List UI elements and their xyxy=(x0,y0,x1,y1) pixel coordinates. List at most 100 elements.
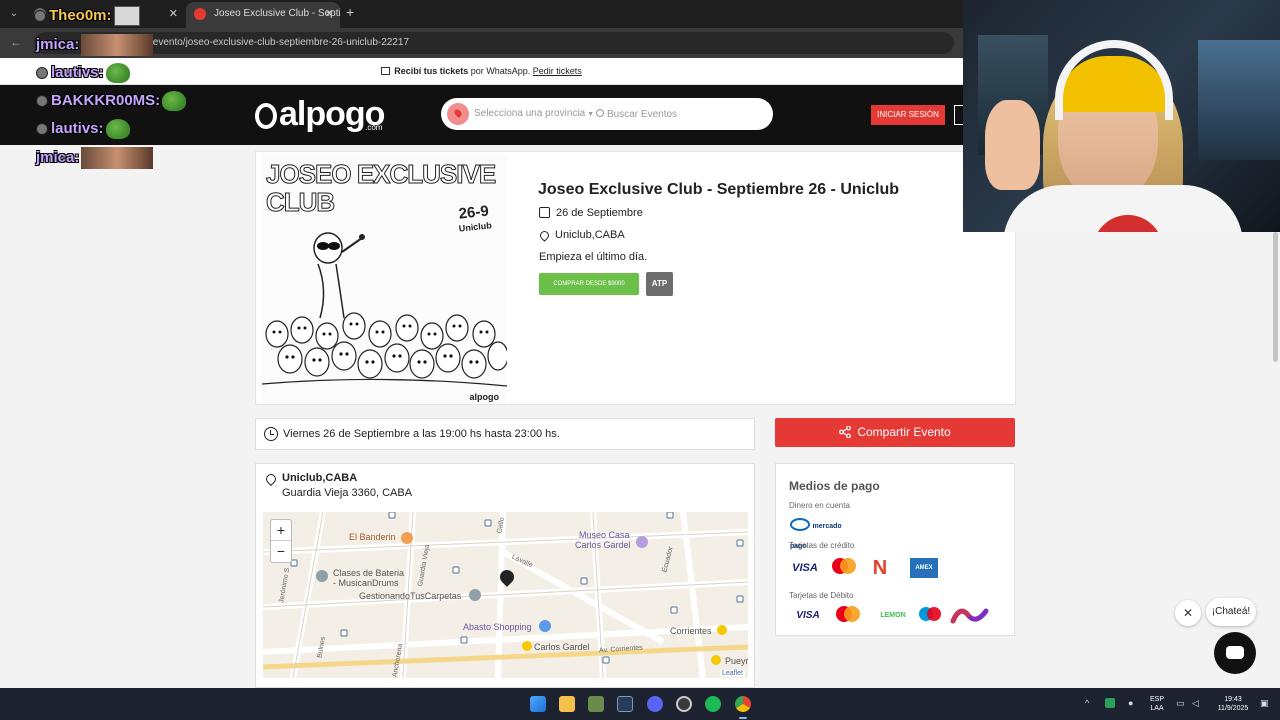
webcam-person xyxy=(1003,185,1243,232)
crowd-illustration xyxy=(262,312,507,387)
poster-date: 26-9 Uniclub xyxy=(457,202,493,234)
event-description: Empieza el último día. xyxy=(539,251,648,263)
chat-message: lautivs: xyxy=(36,119,130,139)
tray-app-icon[interactable] xyxy=(1105,698,1115,708)
visa-debit-logo: VISA xyxy=(796,610,820,621)
webcam-person xyxy=(985,100,1040,190)
location-pin-icon xyxy=(263,471,279,487)
payment-title: Medios de pago xyxy=(789,479,880,493)
maestro-logo xyxy=(918,605,942,627)
back-arrow-icon[interactable]: ← xyxy=(10,35,22,49)
chat-message: jmica: xyxy=(36,34,154,56)
app-icon[interactable] xyxy=(588,696,604,712)
emote-icon xyxy=(81,34,154,56)
calendar-icon xyxy=(539,207,550,218)
request-tickets-link[interactable]: Pedir tickets xyxy=(533,66,582,76)
map-poi-label: Corrientes xyxy=(670,626,712,636)
search-input[interactable] xyxy=(607,98,757,130)
scrollbar-thumb[interactable] xyxy=(1273,232,1278,362)
venue-address: Guardia Vieja 3360, CABA xyxy=(282,487,413,499)
search-icon xyxy=(596,109,604,117)
page-scrollbar[interactable] xyxy=(1271,232,1280,688)
tab-favicon xyxy=(194,8,206,20)
spotify-icon[interactable] xyxy=(705,696,721,712)
tab-search-icon[interactable]: ⌄ xyxy=(6,6,22,22)
event-poster[interactable]: JOSEO EXCLUSIVE CLUB 26-9 Uniclub alpogo xyxy=(262,154,507,404)
zoom-out-button[interactable]: − xyxy=(271,541,291,562)
visa-logo: VISA xyxy=(792,562,818,574)
chat-bubble[interactable]: ¡Chateá! xyxy=(1206,598,1256,626)
event-location: Uniclub,CABA xyxy=(538,229,625,242)
keyboard-language[interactable]: ESP LAA xyxy=(1146,695,1168,713)
map-zoom-controls: + − xyxy=(270,519,292,563)
zoom-in-button[interactable]: + xyxy=(271,520,291,541)
chat-username: lautivs: xyxy=(51,119,104,137)
mastercard-debit-logo xyxy=(830,605,866,627)
mercado-pago-logo: mercado pago xyxy=(790,516,850,550)
map-poi-label: GestionandoTusCarpetas xyxy=(359,591,462,601)
payment-account-label: Dinero en cuenta xyxy=(789,501,850,510)
chrome-icon[interactable] xyxy=(735,696,751,712)
cuenta-dni-logo xyxy=(950,603,990,627)
chat-message: BAKKKR00MS: xyxy=(36,91,187,111)
event-card: JOSEO EXCLUSIVE CLUB 26-9 Uniclub alpogo… xyxy=(255,151,1016,405)
chevron-down-icon: ▼ xyxy=(585,111,595,118)
clock[interactable]: 19:43 11/9/2025 xyxy=(1210,695,1256,713)
chat-badge-icon xyxy=(36,123,48,135)
map-poi-label: Pueyr xyxy=(725,656,748,666)
emote-icon xyxy=(105,63,130,83)
payment-debit-label: Tarjetas de Débito xyxy=(789,591,854,600)
emote-icon xyxy=(105,119,130,139)
discord-icon[interactable] xyxy=(647,696,663,712)
lemon-logo: LEMON xyxy=(880,612,906,619)
tab-close-icon[interactable]: ✕ xyxy=(169,2,178,26)
webcam-overlay xyxy=(963,0,1280,232)
banner-text: por WhatsApp. xyxy=(468,66,533,76)
tray-chevron-icon[interactable]: ^ xyxy=(1085,698,1089,708)
map-poi-label: Museo Casa xyxy=(579,530,630,540)
chat-launcher-button[interactable] xyxy=(1214,632,1256,674)
network-icon[interactable]: ▭ xyxy=(1176,698,1185,709)
event-title: Joseo Exclusive Club - Septiembre 26 - U… xyxy=(538,181,899,198)
tab-close-icon[interactable]: ✕ xyxy=(325,2,334,26)
mastercard-logo xyxy=(830,557,858,579)
browser-tab-2[interactable]: Joseo Exclusive Club - Septiemb ✕ xyxy=(186,2,340,28)
start-icon[interactable] xyxy=(530,696,546,712)
event-schedule: Viernes 26 de Septiembre a las 19:00 hs … xyxy=(255,418,755,450)
chat-username: lautivs: xyxy=(51,63,104,81)
webcam-background xyxy=(1198,40,1280,160)
map-attribution[interactable]: Leaflet xyxy=(719,670,745,677)
clock-icon xyxy=(264,427,278,441)
chat-badge-icon xyxy=(36,95,48,107)
chat-username: jmica: xyxy=(36,148,80,166)
chat-close-button[interactable]: ✕ xyxy=(1175,600,1201,626)
steam-icon[interactable] xyxy=(617,696,633,712)
url-field[interactable]: /evento/joseo-exclusive-club-septiembre-… xyxy=(34,32,954,54)
location-pin-icon xyxy=(538,229,551,242)
share-event-button[interactable]: Compartir Evento xyxy=(775,418,1015,447)
notification-icon[interactable]: ▣ xyxy=(1260,698,1269,709)
age-rating-badge: ATP xyxy=(646,272,673,296)
webcam-person xyxy=(1055,40,1173,120)
map-streets xyxy=(263,512,748,678)
event-date: 26 de Septiembre xyxy=(539,207,643,219)
login-button[interactable]: INICIAR SESIÓN xyxy=(871,105,945,125)
venue-map[interactable]: + − El Banderin Museo Casa Carlos Gardel… xyxy=(263,512,748,678)
file-explorer-icon[interactable] xyxy=(559,696,575,712)
buy-tickets-button[interactable]: COMPRAR DESDE $9000 xyxy=(539,273,639,295)
map-poi-label: El Banderin xyxy=(349,532,396,542)
province-select[interactable]: Selecciona una provincia ▼ xyxy=(474,98,594,131)
search-bar: Selecciona una provincia ▼ xyxy=(441,98,773,130)
chat-message: Theo0m: xyxy=(34,6,140,26)
schedule-text: Viernes 26 de Septiembre a las 19:00 hs … xyxy=(283,428,560,440)
venue-name: Uniclub,CABA xyxy=(282,472,358,484)
obs-icon[interactable] xyxy=(676,696,692,712)
new-tab-button[interactable]: + xyxy=(346,4,354,20)
alpogo-logo[interactable]: alpogo .com xyxy=(255,95,385,134)
volume-icon[interactable]: ◁ xyxy=(1192,698,1199,709)
map-poi-label: Clases de Bateria xyxy=(333,568,405,578)
microphone-icon[interactable]: ● xyxy=(1128,698,1133,708)
active-app-indicator xyxy=(739,717,747,719)
location-pin-icon xyxy=(447,103,469,125)
map-poi-label: Abasto Shopping xyxy=(463,622,532,632)
